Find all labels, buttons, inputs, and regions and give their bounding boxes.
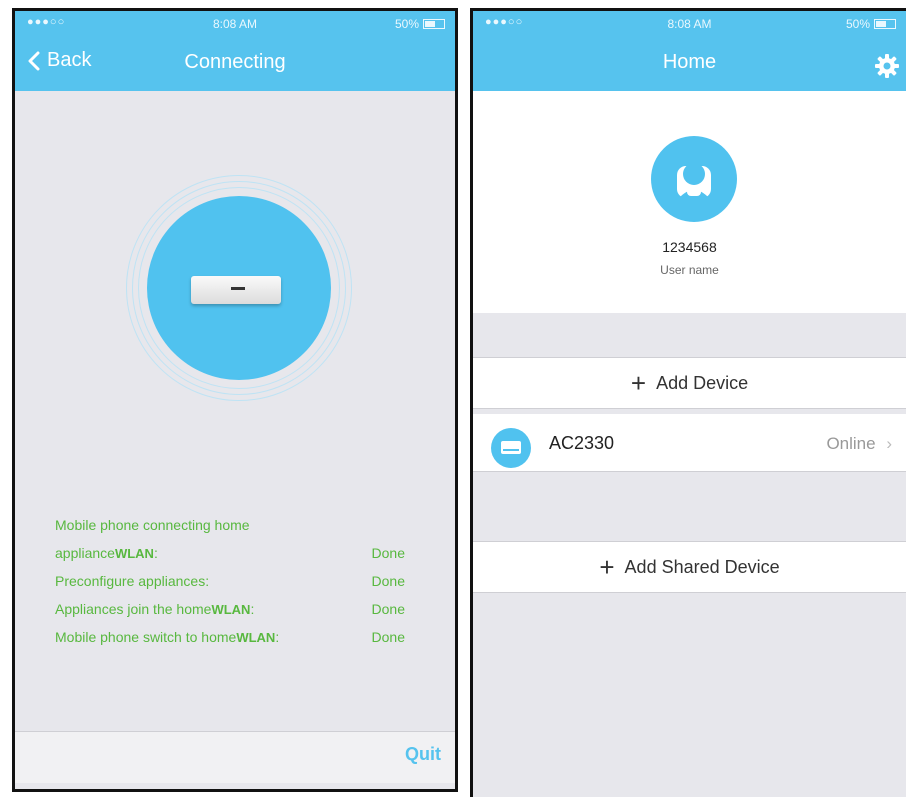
chevron-right-icon: › [886,434,892,453]
step-status: Done [371,629,405,645]
quit-button[interactable]: Quit [405,744,441,765]
step-status: Done [371,545,405,561]
device-status: Online [826,434,876,453]
status-time: 8:08 AM [212,17,258,31]
page-title: Connecting [184,51,286,73]
step-wlan: WLAN [211,602,251,617]
step-row: Appliances join the homeWLAN: Done [55,595,405,623]
device-list-item[interactable]: AC2330 Online › [473,414,906,472]
connecting-screen: ●●●○○ 8:08 AM 50% Back Connecting Mobile… [12,8,458,792]
add-shared-device-button[interactable]: + Add Shared Device [473,541,906,593]
add-device-button[interactable]: + Add Device [473,357,906,409]
nav-bar: ●●●○○ 8:08 AM 50% Home [473,11,906,91]
user-icon[interactable] [651,136,737,222]
status-bar: ●●●○○ 8:08 AM 50% [473,15,906,33]
user-id: 1234568 [662,239,717,255]
step-status: Done [371,573,405,589]
nav-bar: ●●●○○ 8:08 AM 50% Back Connecting [15,11,455,91]
gear-icon[interactable] [874,53,900,79]
battery-percent: 50% [394,17,419,31]
air-conditioner-icon [191,276,281,304]
plus-icon: + [630,368,647,398]
device-name: AC2330 [549,433,615,453]
step-row: Mobile phone switch to homeWLAN: Done [55,623,405,651]
step-text: Preconfigure appliances: [55,573,210,589]
step-text: Mobile phone switch to home [55,629,237,645]
battery-icon [423,19,445,29]
step-text: Appliances join the home [55,601,212,617]
home-screen: ●●●○○ 8:08 AM 50% Home 1234568 User name… [470,8,906,797]
step-text: Mobile phone connecting home [55,517,250,533]
step-row: Mobile phone connecting home [55,511,405,539]
status-bar: ●●●○○ 8:08 AM 50% [15,15,455,33]
add-device-label: Add Device [656,372,749,393]
step-text: appliance [55,545,115,561]
step-row: Preconfigure appliances: Done [55,567,405,595]
step-row: applianceWLAN: Done [55,539,405,567]
air-conditioner-icon [491,428,531,468]
battery-percent: 50% [845,17,870,31]
connection-steps: Mobile phone connecting home applianceWL… [55,511,405,651]
step-status: Done [371,601,405,617]
page-title: Home [662,51,717,73]
add-shared-device-label: Add Shared Device [624,556,780,577]
status-time: 8:08 AM [667,17,712,31]
bottom-bar: Quit [15,731,455,783]
step-wlan: WLAN [114,546,154,561]
step-wlan: WLAN [236,630,276,645]
battery-icon [874,19,896,29]
user-profile: 1234568 User name [473,91,906,313]
plus-icon: + [599,552,615,582]
user-name: User name [660,263,719,277]
